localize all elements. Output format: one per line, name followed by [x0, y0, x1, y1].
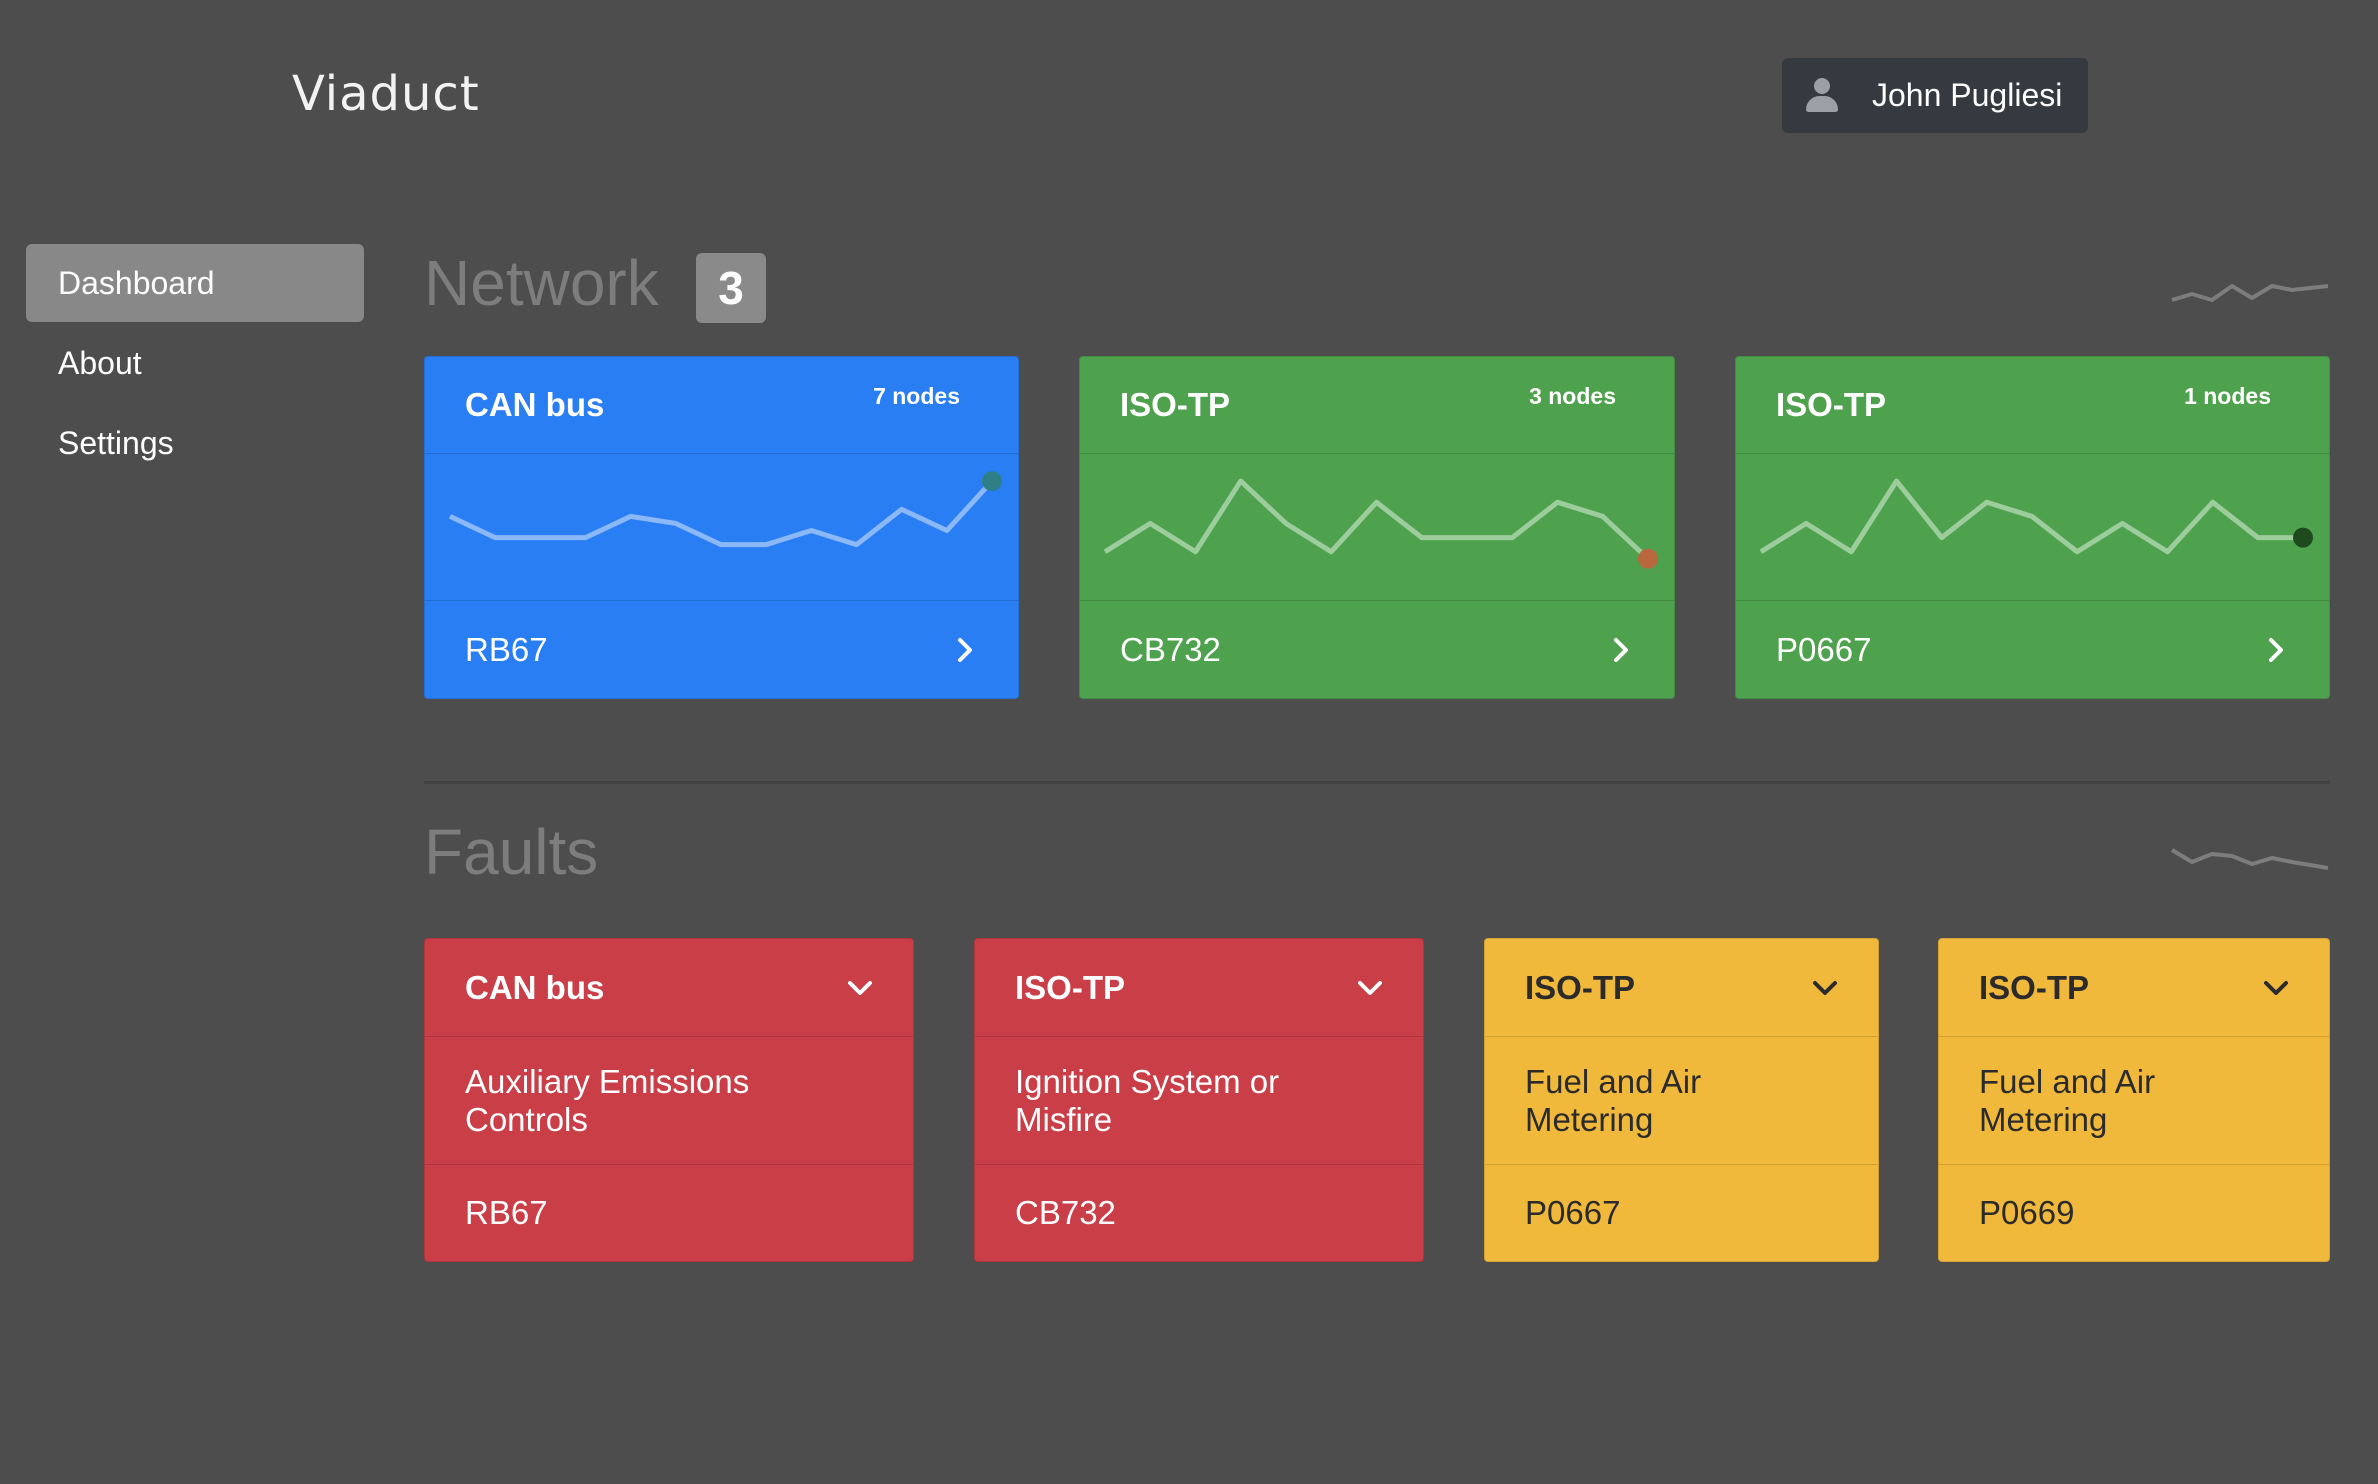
faults-title: Faults	[424, 816, 599, 888]
network-card-header: ISO-TP 3 nodes	[1080, 357, 1674, 454]
sparkline-series	[1103, 478, 1650, 561]
user-name: John Pugliesi	[1872, 77, 2063, 113]
fault-card[interactable]: ISO-TP Fuel and Air Metering P0669	[1938, 938, 2330, 1262]
network-card-code: P0667	[1776, 631, 1872, 668]
network-card-title: CAN bus	[465, 386, 605, 423]
fault-code: P0669	[1979, 1194, 2075, 1231]
chevron-down-icon[interactable]	[1357, 975, 1383, 1001]
fault-card-header[interactable]: ISO-TP	[1485, 939, 1878, 1037]
section-divider	[424, 781, 2330, 784]
sparkline-chart	[425, 454, 1018, 601]
sidebar-item-settings[interactable]: Settings	[26, 404, 364, 482]
sparkline-end-point	[982, 471, 1002, 492]
network-title: Network	[424, 247, 659, 319]
user-menu-button[interactable]: John Pugliesi	[1782, 58, 2088, 133]
sparkline-series	[448, 479, 994, 548]
chevron-down-icon[interactable]	[1812, 975, 1838, 1001]
sparkline-end-point	[1638, 548, 1658, 569]
fault-code: P0667	[1525, 1194, 1621, 1231]
network-card-header: ISO-TP 1 nodes	[1736, 357, 2329, 454]
sidebar-item-about[interactable]: About	[26, 324, 364, 402]
network-card-footer[interactable]: RB67	[425, 601, 1018, 698]
fault-code: CB732	[1015, 1194, 1116, 1231]
fault-card-title: CAN bus	[465, 968, 605, 1006]
network-card-footer[interactable]: P0667	[1736, 601, 2329, 698]
user-icon	[1806, 77, 1838, 114]
sidebar-item-dashboard[interactable]: Dashboard	[26, 244, 364, 322]
fault-card[interactable]: ISO-TP Ignition System or Misfire CB732	[974, 938, 1424, 1262]
network-card-title: ISO-TP	[1776, 386, 1887, 423]
fault-description: Auxiliary Emissions Controls	[425, 1037, 913, 1165]
trend-line-icon	[2171, 284, 2329, 302]
app-logo[interactable]: Viaduct	[292, 66, 480, 122]
network-card-code: CB732	[1120, 631, 1221, 668]
chevron-down-icon[interactable]	[847, 975, 873, 1001]
sidebar: Dashboard About Settings	[26, 244, 364, 484]
fault-card-header[interactable]: ISO-TP	[1939, 939, 2329, 1037]
chevron-right-icon[interactable]	[1608, 637, 1634, 663]
fault-card-title: ISO-TP	[1525, 968, 1636, 1006]
network-card-footer[interactable]: CB732	[1080, 601, 1674, 698]
sparkline-chart	[1080, 454, 1674, 601]
network-card[interactable]: ISO-TP 3 nodes CB732	[1079, 356, 1675, 699]
network-card[interactable]: CAN bus 7 nodes RB67	[424, 356, 1019, 699]
fault-description: Fuel and Air Metering	[1939, 1037, 2329, 1165]
network-card[interactable]: ISO-TP 1 nodes P0667	[1735, 356, 2330, 699]
nodes-badge: 3 nodes	[1529, 382, 1616, 409]
sparkline-series	[1759, 478, 2303, 555]
fault-card[interactable]: ISO-TP Fuel and Air Metering P0667	[1484, 938, 1879, 1262]
fault-card-title: ISO-TP	[1015, 968, 1126, 1006]
nodes-badge: 7 nodes	[873, 382, 960, 409]
fault-card-header[interactable]: ISO-TP	[975, 939, 1423, 1037]
fault-card[interactable]: CAN bus Auxiliary Emissions Controls RB6…	[424, 938, 914, 1262]
chevron-right-icon[interactable]	[952, 637, 978, 663]
chevron-right-icon[interactable]	[2263, 637, 2289, 663]
sparkline-chart	[1736, 454, 2329, 601]
network-count-badge: 3	[696, 253, 766, 323]
network-card-header: CAN bus 7 nodes	[425, 357, 1018, 454]
fault-description: Ignition System or Misfire	[975, 1037, 1423, 1165]
trend-line-icon	[2170, 848, 2329, 870]
fault-description: Fuel and Air Metering	[1485, 1037, 1878, 1165]
network-card-title: ISO-TP	[1120, 386, 1231, 423]
network-card-code: RB67	[465, 631, 548, 668]
nodes-badge: 1 nodes	[2184, 382, 2271, 409]
fault-card-title: ISO-TP	[1979, 968, 2090, 1006]
sparkline-end-point	[2293, 527, 2313, 548]
fault-code: RB67	[465, 1194, 548, 1231]
chevron-down-icon[interactable]	[2263, 975, 2289, 1001]
fault-card-header[interactable]: CAN bus	[425, 939, 913, 1037]
